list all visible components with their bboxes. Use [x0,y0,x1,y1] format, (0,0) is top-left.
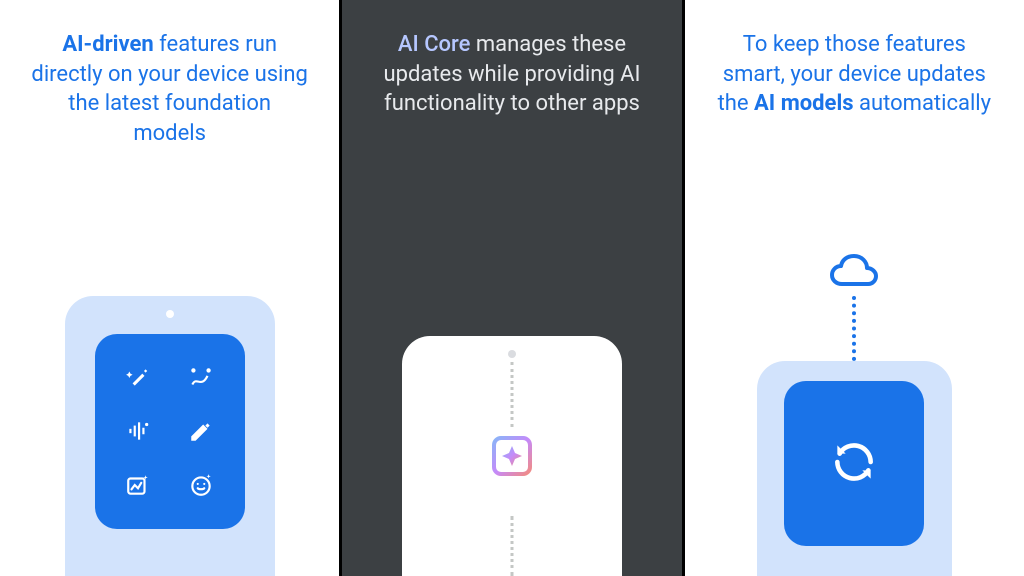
ai-chip-icon [480,424,544,488]
audio-bars-icon [117,412,160,452]
headline-3-post: automatically [854,91,991,116]
cloud-icon [826,252,882,296]
magic-wand-icon [117,358,160,398]
sync-card [784,381,924,546]
headline-1: AI-driven features run directly on your … [30,30,309,149]
panel-ai-driven: AI-driven features run directly on your … [0,0,339,576]
dotted-line-top [510,362,513,427]
panel-ai-core: AI Core manages these updates while prov… [339,0,684,576]
feature-grid [95,334,245,529]
edit-pen-icon [180,412,223,452]
headline-2-bold: AI Core [398,32,471,57]
sparkle-path-icon [180,358,223,398]
image-sparkle-icon [117,465,160,505]
headline-1-bold: AI-driven [62,32,153,57]
headline-2: AI Core manages these updates while prov… [372,30,651,119]
phone-mockup-3 [757,361,952,576]
panel-updates: To keep those features smart, your devic… [685,0,1024,576]
smile-sparkle-icon [180,465,223,505]
cloud-sync-area [757,252,952,576]
headline-3: To keep those features smart, your devic… [715,30,994,119]
sync-icon [829,437,879,491]
headline-3-bold: AI models [754,91,854,116]
dotted-line-bottom [510,516,513,576]
phone-mockup-1 [65,296,275,576]
dotted-line-cloud [852,296,856,361]
phone-mockup-2 [402,336,622,576]
